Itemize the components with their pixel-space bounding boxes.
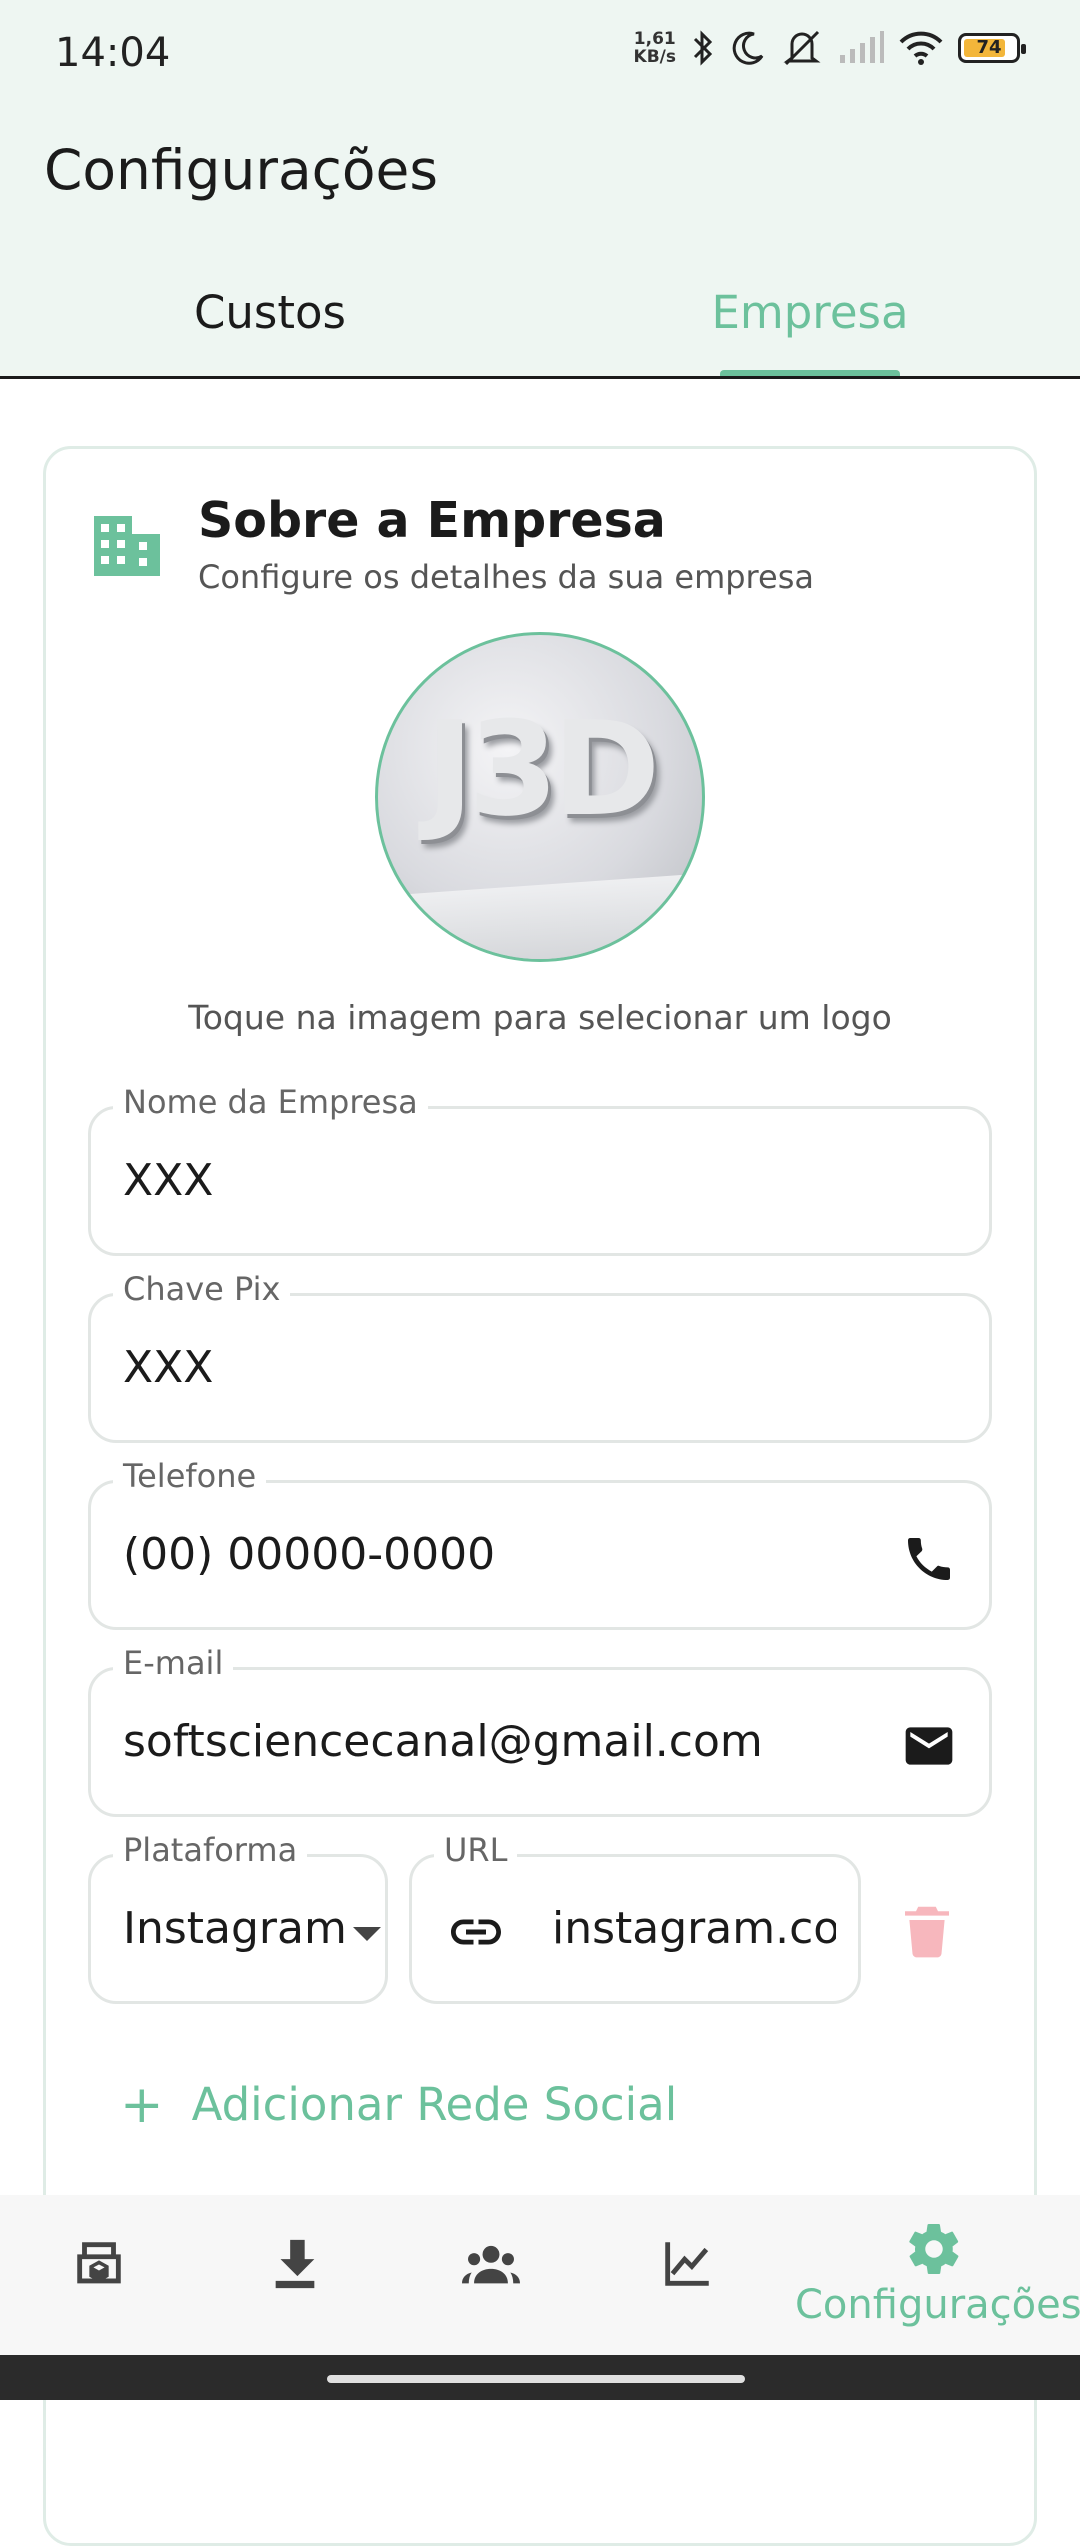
nav-settings[interactable] <box>836 2195 1032 2355</box>
network-speed: 1,61 KB/s <box>633 29 676 67</box>
platform-value: Instagram <box>123 1903 347 1954</box>
platform-select[interactable]: Plataforma Instagram <box>88 1831 388 2004</box>
group-icon <box>462 2245 520 2284</box>
company-logo[interactable]: J3D <box>375 632 705 962</box>
bluetooth-icon <box>693 30 713 66</box>
tab-company[interactable]: Empresa <box>540 268 1080 376</box>
wifi-icon <box>899 31 943 65</box>
dropdown-arrow-icon <box>353 1927 381 1941</box>
email-field[interactable]: E-mail softsciencecanal@gmail.com <box>88 1644 992 1817</box>
phone-field[interactable]: Telefone (00) 00000-0000 <box>88 1457 992 1630</box>
phone-value: (00) 00000-0000 <box>123 1529 496 1580</box>
download-icon <box>275 2239 315 2289</box>
mute-icon <box>783 30 821 66</box>
section-subtitle: Configure os detalhes da sua empresa <box>198 558 814 596</box>
nav-download[interactable] <box>196 2195 392 2355</box>
nav-printer[interactable] <box>0 2195 196 2355</box>
tab-costs[interactable]: Custos <box>0 268 540 376</box>
add-social-button[interactable]: + Adicionar Rede Social <box>120 2078 677 2131</box>
gear-icon <box>909 2224 959 2274</box>
status-time: 14:04 <box>55 30 171 76</box>
nav-reports[interactable] <box>588 2195 784 2355</box>
moon-icon <box>732 31 764 65</box>
home-gesture-handle[interactable] <box>327 2375 745 2383</box>
page-title: Configurações <box>44 138 439 202</box>
email-value: softsciencecanal@gmail.com <box>123 1716 763 1767</box>
company-name-value: XXX <box>123 1155 214 1206</box>
plus-icon: + <box>120 2074 164 2135</box>
tab-divider <box>0 376 1080 379</box>
building-icon <box>94 516 160 576</box>
tab-bar: Custos Empresa <box>0 268 1080 376</box>
phone-label: Telefone <box>113 1457 267 1495</box>
link-icon <box>451 1919 501 1945</box>
pix-key-field[interactable]: Chave Pix XXX <box>88 1270 992 1443</box>
company-name-field[interactable]: Nome da Empresa XXX <box>88 1083 992 1256</box>
pix-key-value: XXX <box>123 1342 214 1393</box>
url-value: instagram.com <box>552 1903 836 1954</box>
signal-icon <box>840 31 884 63</box>
platform-label: Plataforma <box>113 1831 308 1869</box>
logo-text: J3D <box>425 693 661 845</box>
mail-icon <box>905 1727 953 1765</box>
phone-icon <box>908 1538 950 1580</box>
nav-settings-label: Configurações <box>795 2282 1080 2328</box>
add-social-label: Adicionar Rede Social <box>191 2078 678 2131</box>
logo-hint: Toque na imagem para selecionar um logo <box>188 998 892 1037</box>
url-label: URL <box>434 1831 518 1869</box>
bottom-nav <box>0 2195 1080 2355</box>
section-title: Sobre a Empresa <box>198 492 666 549</box>
url-field[interactable]: URL instagram.com <box>409 1831 861 2004</box>
printer-3d-icon <box>77 2242 121 2284</box>
status-bar: 14:04 1,61 KB/s 74 <box>0 0 1080 108</box>
battery-icon: 74 <box>958 33 1026 63</box>
email-label: E-mail <box>113 1644 234 1682</box>
pix-key-label: Chave Pix <box>113 1270 291 1308</box>
nav-clients[interactable] <box>392 2195 588 2355</box>
company-name-label: Nome da Empresa <box>113 1083 428 1121</box>
delete-icon[interactable] <box>905 1904 949 1958</box>
chart-icon <box>665 2242 709 2286</box>
status-icons: 1,61 KB/s 74 <box>633 28 1026 68</box>
